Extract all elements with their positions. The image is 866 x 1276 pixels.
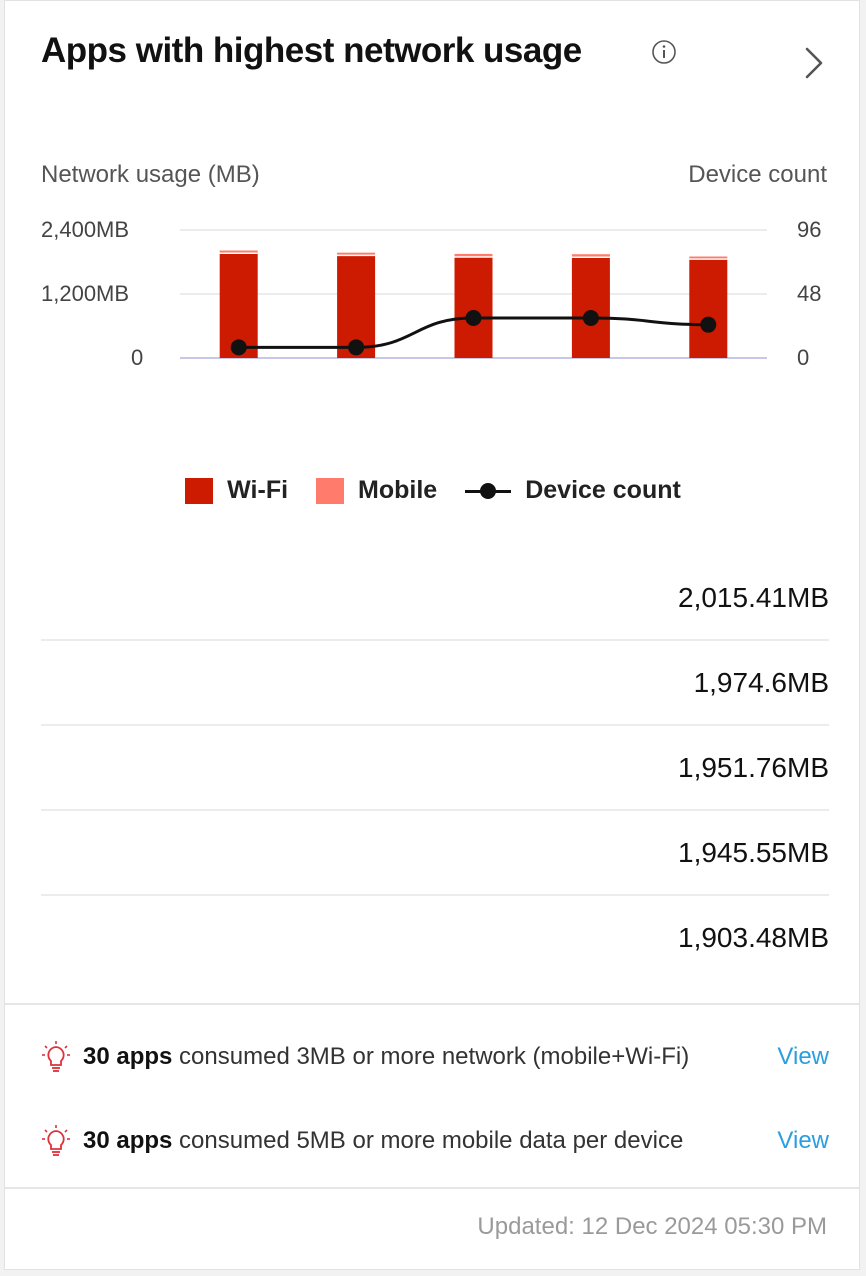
device-count-point bbox=[700, 316, 717, 333]
bar-mobile bbox=[571, 254, 610, 257]
list-item[interactable]: 1,945.55MB bbox=[41, 811, 829, 896]
y-axis-right-title: Device count bbox=[688, 161, 827, 188]
lightbulb-icon bbox=[42, 1125, 70, 1156]
device-count-point bbox=[582, 310, 599, 326]
network-usage-card: Apps with highest network usage Network … bbox=[4, 0, 860, 1270]
legend-mobile[interactable]: Mobile bbox=[316, 476, 437, 505]
wifi-swatch bbox=[185, 477, 214, 504]
device-count-point bbox=[230, 339, 247, 356]
insight-count: 30 apps bbox=[83, 1127, 173, 1154]
insight-text: 30 apps consumed 5MB or more mobile data… bbox=[83, 1127, 719, 1155]
line-marker-swatch bbox=[465, 478, 512, 504]
insight-count: 30 apps bbox=[83, 1043, 173, 1070]
app-usage-value: 1,974.6MB bbox=[693, 666, 829, 698]
updated-timestamp: Updated: 12 Dec 2024 05:30 PM bbox=[477, 1213, 827, 1240]
chart-legend: Wi-Fi Mobile Device count bbox=[5, 476, 861, 505]
chevron-right-icon[interactable] bbox=[799, 45, 827, 81]
list-item[interactable]: 1,974.6MB bbox=[41, 641, 829, 726]
legend-label: Mobile bbox=[358, 476, 438, 504]
insight-description: consumed 5MB or more mobile data per dev… bbox=[172, 1127, 684, 1154]
list-item[interactable]: 1,951.76MB bbox=[41, 726, 829, 811]
section-divider bbox=[5, 1003, 859, 1005]
legend-label: Wi-Fi bbox=[227, 476, 289, 504]
network-usage-chart bbox=[180, 229, 767, 359]
bar-wifi bbox=[571, 258, 610, 358]
view-link[interactable]: View bbox=[777, 1127, 829, 1155]
card-title: Apps with highest network usage bbox=[41, 31, 582, 70]
list-item[interactable]: 1,903.48MB bbox=[41, 896, 829, 979]
section-divider bbox=[5, 1187, 859, 1189]
legend-label: Device count bbox=[525, 476, 681, 504]
bar-wifi bbox=[689, 259, 728, 358]
bar-wifi bbox=[454, 257, 493, 358]
list-item[interactable]: 2,015.41MB bbox=[41, 556, 829, 641]
mobile-swatch bbox=[316, 477, 345, 504]
device-count-point bbox=[465, 310, 482, 326]
lightbulb-icon bbox=[42, 1041, 70, 1072]
bar-mobile bbox=[337, 252, 376, 255]
legend-wifi[interactable]: Wi-Fi bbox=[185, 476, 288, 505]
app-usage-value: 1,945.55MB bbox=[678, 836, 829, 868]
bar-mobile bbox=[689, 256, 728, 259]
bar-mobile bbox=[454, 253, 493, 257]
insight-text: 30 apps consumed 3MB or more network (mo… bbox=[83, 1043, 719, 1071]
app-usage-list: 2,015.41MB 1,974.6MB 1,951.76MB 1,945.55… bbox=[41, 556, 829, 979]
app-usage-value: 2,015.41MB bbox=[678, 581, 829, 613]
info-icon[interactable] bbox=[651, 39, 677, 65]
insight-row: 30 apps consumed 3MB or more network (mo… bbox=[41, 1037, 829, 1077]
device-count-point bbox=[348, 339, 365, 356]
legend-device-count[interactable]: Device count bbox=[465, 476, 681, 505]
insight-description: consumed 3MB or more network (mobile+Wi-… bbox=[172, 1043, 690, 1070]
y-axis-left-title: Network usage (MB) bbox=[41, 161, 260, 188]
view-link[interactable]: View bbox=[777, 1043, 829, 1071]
app-usage-value: 1,903.48MB bbox=[678, 921, 829, 953]
app-usage-value: 1,951.76MB bbox=[678, 751, 829, 783]
insight-row: 30 apps consumed 5MB or more mobile data… bbox=[41, 1121, 829, 1161]
bar-mobile bbox=[219, 250, 258, 253]
